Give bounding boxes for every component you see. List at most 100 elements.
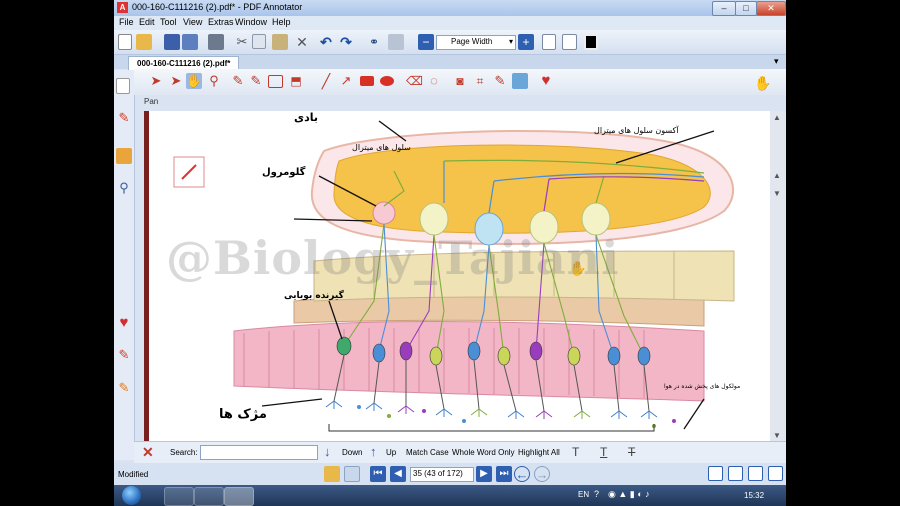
highlight-all-toggle[interactable]: Highlight All <box>518 448 560 457</box>
lasso-icon[interactable]: ◌ <box>426 73 442 89</box>
menu-extras[interactable]: Extras <box>208 17 234 27</box>
document-view[interactable]: ✋ @Biology_Tajiani بادی سلول های میترال … <box>144 111 770 441</box>
menu-view[interactable]: View <box>183 17 202 27</box>
help-icon[interactable]: ? <box>594 489 599 499</box>
tab-document[interactable]: 000-160-C111216 (2).pdf* <box>128 56 240 70</box>
pencil-icon[interactable]: ✎ <box>492 73 508 89</box>
menu-file[interactable]: File <box>119 17 134 27</box>
favorite-heart-icon[interactable]: ♥ <box>538 73 554 89</box>
back-icon[interactable]: ← <box>514 466 530 482</box>
search-up-button[interactable]: Up <box>386 448 396 457</box>
eraser-icon[interactable]: ⌫ <box>406 73 423 89</box>
vertical-scrollbar[interactable]: ▲ ▲ ▼ ▼ <box>770 111 786 441</box>
next-page-icon[interactable]: ▶ <box>476 466 492 482</box>
folder-icon[interactable] <box>116 148 132 164</box>
layout-icon[interactable] <box>388 34 404 50</box>
minimize-button[interactable]: – <box>712 1 736 16</box>
up-arrow-icon[interactable]: ↑ <box>370 444 377 459</box>
open-folder-status-icon[interactable] <box>324 466 340 482</box>
print-icon[interactable] <box>208 34 224 50</box>
single-page-icon[interactable] <box>542 34 556 50</box>
bookmark-icon[interactable] <box>344 466 360 482</box>
view-continuous-icon[interactable] <box>728 466 743 481</box>
language-indicator[interactable]: EN <box>578 490 589 499</box>
save-as-icon[interactable] <box>182 34 198 50</box>
view-grid-icon[interactable] <box>768 466 783 481</box>
menu-tool[interactable]: Tool <box>160 17 177 27</box>
copy-icon[interactable] <box>252 34 266 49</box>
scroll-down-icon[interactable]: ▼ <box>773 431 781 440</box>
menu-edit[interactable]: Edit <box>139 17 155 27</box>
pen-icon[interactable]: ✎ <box>116 110 132 126</box>
scroll-up-page-icon[interactable]: ▲ <box>773 171 781 180</box>
last-page-icon[interactable]: ⏭ <box>496 466 512 482</box>
arrow-icon[interactable]: ↗ <box>338 73 354 89</box>
forward-icon[interactable]: → <box>534 466 550 482</box>
search-close-icon[interactable]: ✕ <box>142 444 154 461</box>
paperclip-icon[interactable]: ⚲ <box>116 180 132 196</box>
zoom-out-icon[interactable]: − <box>418 34 434 50</box>
binoculars-icon[interactable]: ⚭ <box>366 34 382 50</box>
redo-icon[interactable]: ↷ <box>338 34 354 50</box>
blank-page-icon[interactable] <box>116 78 130 94</box>
pdf-annotator-taskbar-icon[interactable] <box>224 487 254 506</box>
paste-icon[interactable] <box>272 34 288 50</box>
pan-hand-icon[interactable]: ✋ <box>186 73 202 89</box>
heart-icon[interactable]: ♥ <box>116 315 132 331</box>
line-icon[interactable]: ╱ <box>318 73 334 89</box>
zoom-tool-icon[interactable]: ⚲ <box>206 73 222 89</box>
first-page-icon[interactable]: ⏮ <box>370 466 386 482</box>
crop-icon[interactable]: ⌗ <box>472 73 488 89</box>
undo-icon[interactable]: ↶ <box>318 34 334 50</box>
camera-icon[interactable]: ◙ <box>452 73 468 89</box>
zoom-value: Page Width <box>451 37 493 46</box>
menu-help[interactable]: Help <box>272 17 291 27</box>
highlighter-tool-icon[interactable]: ✎ <box>248 73 264 89</box>
page-number-field[interactable]: 35 (43 of 172) <box>410 467 474 482</box>
strikethrough-icon[interactable]: T <box>628 445 635 459</box>
cut-icon[interactable]: ✂ <box>234 34 250 50</box>
pen-tool-icon[interactable]: ✎ <box>230 73 246 89</box>
search-input[interactable] <box>200 445 318 460</box>
text-format-icon[interactable]: T <box>572 445 579 459</box>
zoom-in-icon[interactable]: + <box>518 34 534 50</box>
start-button[interactable] <box>122 486 141 505</box>
open-folder-icon[interactable] <box>136 34 152 50</box>
zoom-select[interactable]: Page Width ▾ <box>436 35 516 50</box>
stamp-icon[interactable]: ⬒ <box>288 73 304 89</box>
view-single-icon[interactable] <box>708 466 723 481</box>
text-box-icon[interactable] <box>268 75 283 88</box>
maximize-button[interactable]: □ <box>735 1 757 16</box>
tab-close-icon[interactable]: ▾ <box>774 56 779 67</box>
rectangle-icon[interactable] <box>360 76 374 86</box>
search-down-button[interactable]: Down <box>342 448 362 457</box>
underline-icon[interactable]: T <box>600 445 607 459</box>
label-receptor: گیرنده بویایی <box>284 291 344 301</box>
down-arrow-icon[interactable]: ↓ <box>324 444 331 459</box>
scroll-down-page-icon[interactable]: ▼ <box>773 189 781 198</box>
fullscreen-icon[interactable] <box>584 34 598 50</box>
match-case-toggle[interactable]: Match Case <box>406 448 449 457</box>
save-icon[interactable] <box>164 34 180 50</box>
close-button[interactable]: ✕ <box>756 1 786 16</box>
whole-word-toggle[interactable]: Whole Word Only <box>452 448 515 457</box>
tab-label: 000-160-C111216 (2).pdf* <box>137 59 231 68</box>
hand-tool-icon[interactable]: ✋ <box>754 75 771 91</box>
label-cilia: مژک ها <box>219 407 267 422</box>
fit-page-icon[interactable] <box>562 34 577 50</box>
view-facing-icon[interactable] <box>748 466 763 481</box>
text-select-icon[interactable]: ➤ <box>168 73 184 89</box>
prev-page-icon[interactable]: ◀ <box>390 466 406 482</box>
explorer-taskbar-icon[interactable] <box>194 487 224 506</box>
select-arrow-icon[interactable]: ➤ <box>148 73 164 89</box>
new-document-icon[interactable] <box>118 34 132 50</box>
chrome-taskbar-icon[interactable] <box>164 487 194 506</box>
delete-icon[interactable]: ✕ <box>294 34 310 50</box>
marker-icon[interactable]: ✎ <box>116 347 132 363</box>
highlighter-icon[interactable]: ✎ <box>116 380 132 396</box>
tray-icons[interactable]: ◉ ▲ ▮ ◐ ♪ <box>608 489 650 500</box>
menu-window[interactable]: Window <box>235 17 267 27</box>
insert-image-icon[interactable] <box>512 73 528 89</box>
scroll-up-icon[interactable]: ▲ <box>773 113 781 122</box>
ellipse-icon[interactable] <box>380 76 394 86</box>
